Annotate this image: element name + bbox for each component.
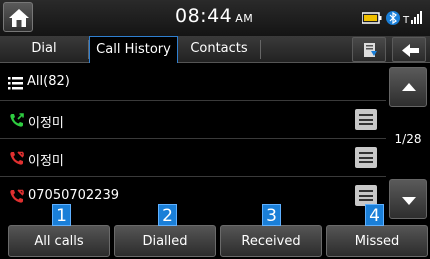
chevron-up-icon xyxy=(402,83,416,91)
back-button[interactable] xyxy=(392,37,426,62)
tab-bar: Dial Call History Contacts xyxy=(0,36,430,63)
missed-call-icon xyxy=(10,189,24,203)
number-badge: 3 xyxy=(262,204,281,226)
svg-text:T: T xyxy=(402,15,410,26)
contact-name: 이정미 xyxy=(28,154,64,169)
filter-row[interactable]: All(82) xyxy=(0,64,386,101)
filter-label: All(82) xyxy=(27,74,70,89)
scroll-column: 1/28 xyxy=(386,64,430,224)
all-calls-button[interactable]: All calls xyxy=(8,225,110,257)
call-detail-button[interactable] xyxy=(355,185,377,206)
scroll-down-button[interactable] xyxy=(389,179,427,219)
contact-number: 07050702239 xyxy=(28,188,119,203)
tab-call-history[interactable]: Call History xyxy=(89,36,178,63)
clock-time: 08:44 xyxy=(175,5,233,27)
list-icon xyxy=(8,77,23,90)
received-button[interactable]: Received xyxy=(220,225,322,257)
status-icons: T xyxy=(362,11,422,26)
page-indicator: 1/28 xyxy=(394,132,422,146)
number-badge: 1 xyxy=(52,204,71,226)
clock: 08:44 AM xyxy=(175,5,253,27)
status-bar: 08:44 AM T xyxy=(0,0,430,36)
dialled-button[interactable]: Dialled xyxy=(114,225,216,257)
call-history-row[interactable]: 이정미 xyxy=(0,140,386,177)
clock-ampm: AM xyxy=(235,12,254,25)
missed-call-icon xyxy=(10,151,24,165)
bottom-filter-bar: All calls Dialled Received Missed xyxy=(0,224,430,259)
number-badge: 4 xyxy=(365,204,384,226)
number-badge: 2 xyxy=(158,204,177,226)
home-button[interactable] xyxy=(3,2,33,32)
home-icon xyxy=(9,9,29,27)
signal-icon: T xyxy=(402,11,422,26)
battery-icon xyxy=(362,12,382,24)
scroll-up-button[interactable] xyxy=(389,67,427,107)
tab-divider xyxy=(260,40,261,59)
contact-name: 이정미 xyxy=(28,116,64,131)
call-history-row[interactable]: 이정미 xyxy=(0,102,386,139)
download-icon xyxy=(364,43,377,57)
tab-dial[interactable]: Dial xyxy=(0,36,88,63)
tab-contacts[interactable]: Contacts xyxy=(178,36,260,63)
outgoing-call-icon xyxy=(10,113,24,127)
call-detail-button[interactable] xyxy=(355,109,377,130)
back-arrow-icon xyxy=(402,44,419,57)
chevron-down-icon xyxy=(402,197,416,205)
download-contacts-button[interactable] xyxy=(352,37,386,62)
call-detail-button[interactable] xyxy=(355,147,377,168)
missed-button[interactable]: Missed xyxy=(326,225,428,257)
bluetooth-phone-icon xyxy=(386,11,400,25)
